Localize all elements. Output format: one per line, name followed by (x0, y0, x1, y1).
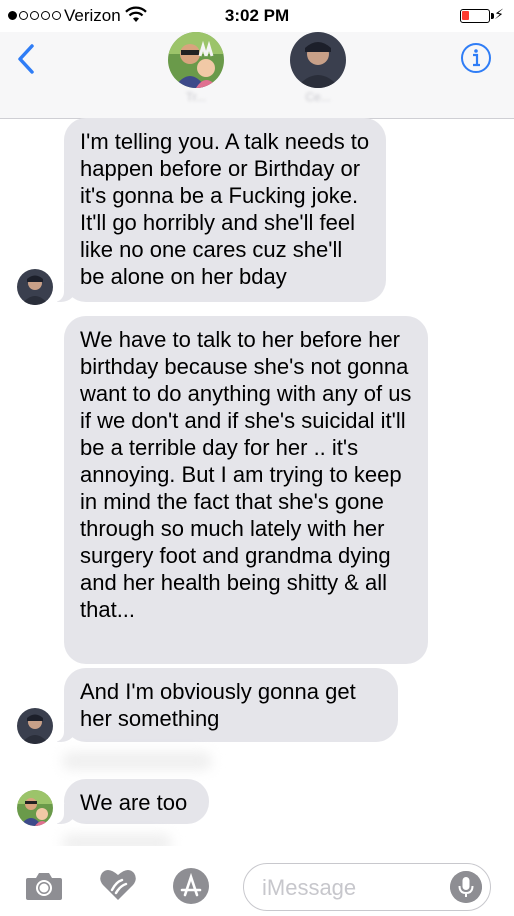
contact-avatar-1[interactable] (168, 32, 224, 88)
message-text: We are too (80, 790, 188, 815)
info-circle-icon[interactable] (460, 42, 492, 74)
message-text: We have to talk to her before her birthd… (80, 327, 412, 622)
conversation-header: Tr... Ce... (0, 32, 514, 119)
message-bubble[interactable]: We have to talk to her before her birthd… (64, 316, 428, 664)
microphone-icon[interactable] (450, 871, 482, 903)
camera-icon[interactable] (24, 870, 64, 902)
status-bar: Verizon 3:02 PM ⚡ (0, 0, 514, 32)
charging-bolt-icon: ⚡ (494, 6, 504, 22)
digital-touch-icon[interactable] (98, 866, 138, 904)
message-bubble[interactable]: And I'm obviously gonna get her somethin… (47, 668, 398, 742)
message-input[interactable]: iMessage (243, 863, 491, 911)
battery-icon (460, 9, 494, 23)
contact-name-2: Ce... (305, 90, 331, 104)
message-bubble[interactable]: We are too (47, 779, 209, 824)
app-store-icon[interactable] (171, 866, 211, 906)
message-input-placeholder: iMessage (262, 875, 357, 900)
chevron-left-icon[interactable] (14, 42, 38, 76)
sender-avatar[interactable] (17, 708, 53, 744)
message-bubble[interactable]: I'm telling you. A talk needs to happen … (47, 118, 386, 302)
message-text: I'm telling you. A talk needs to happen … (80, 129, 370, 289)
sender-avatar[interactable] (17, 790, 53, 826)
status-time: 3:02 PM (224, 6, 290, 25)
contact-avatar-2[interactable] (290, 32, 346, 88)
redacted-sender-name (62, 752, 212, 770)
sender-avatar[interactable] (17, 269, 53, 305)
message-text: And I'm obviously gonna get her somethin… (80, 679, 356, 731)
message-composer: iMessage (0, 846, 514, 916)
contact-name-1: Tr... (185, 90, 207, 104)
